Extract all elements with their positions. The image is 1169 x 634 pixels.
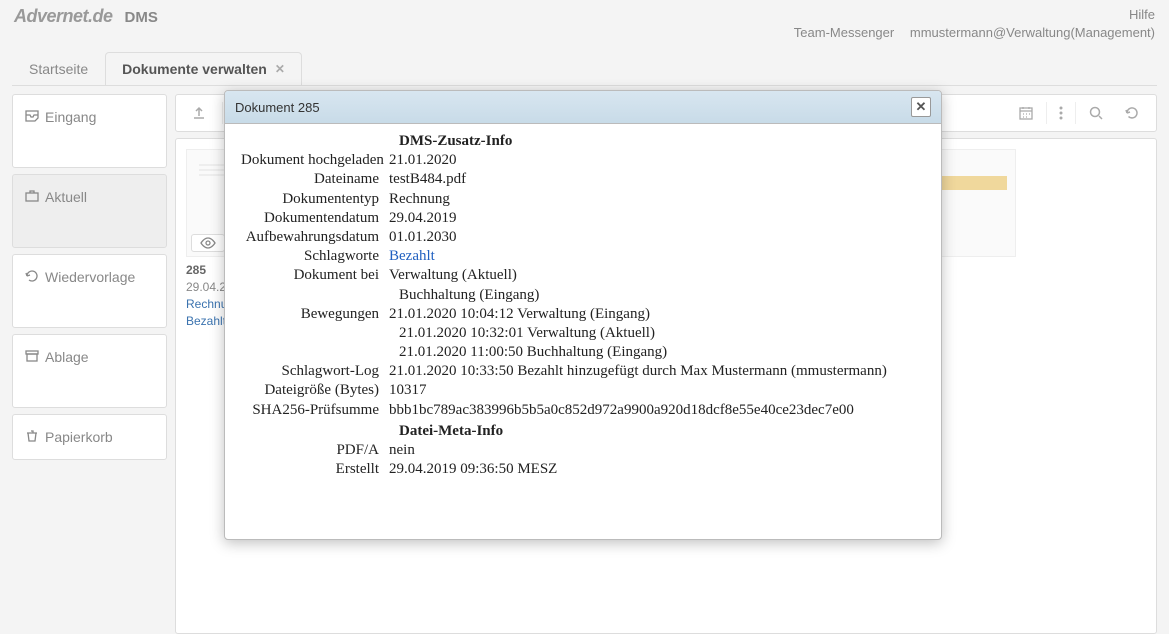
tab-startseite[interactable]: Startseite <box>12 52 105 85</box>
archive-icon <box>25 350 39 362</box>
tab-bar: Startseite Dokumente verwalten ✕ <box>12 52 1157 86</box>
user-link[interactable]: mmustermann@Verwaltung(Management) <box>910 25 1155 40</box>
sidebar-item-label: Wiedervorlage <box>45 269 135 285</box>
field-value: 21.01.2020 10:32:01 Verwaltung (Aktuell) <box>399 324 925 343</box>
field-value: bbb1bc789ac383996b5b5a0c852d972a9900a920… <box>389 401 925 420</box>
field-label: Erstellt <box>241 460 389 479</box>
field-value: nein <box>389 441 925 460</box>
field-value: Verwaltung (Aktuell) <box>389 266 925 285</box>
more-button[interactable] <box>1051 101 1071 125</box>
trash-icon <box>25 430 39 442</box>
sidebar-item-aktuell[interactable]: Aktuell <box>12 174 167 248</box>
inbox-icon <box>25 110 39 122</box>
field-label: Dokumententyp <box>241 190 389 209</box>
calendar-button[interactable] <box>1010 101 1042 125</box>
field-label: Dateiname <box>241 170 389 189</box>
app-header: Advernet.de DMS Hilfe Team-Messenger mmu… <box>0 0 1169 46</box>
close-icon[interactable]: ✕ <box>275 62 285 76</box>
field-value: 21.01.2020 10:04:12 Verwaltung (Eingang) <box>389 305 925 324</box>
field-label: Schlagworte <box>241 247 389 266</box>
sidebar-item-eingang[interactable]: Eingang <box>12 94 167 168</box>
field-value: 29.04.2019 09:36:50 MESZ <box>389 460 925 479</box>
close-button[interactable]: ✕ <box>911 97 931 117</box>
field-label: PDF/A <box>241 441 389 460</box>
document-info-modal: Dokument 285 ✕ DMS-Zusatz-Info Dokument … <box>224 90 942 540</box>
field-label: SHA256-Prüfsumme <box>241 401 389 420</box>
field-label: Dateigröße (Bytes) <box>241 381 389 400</box>
sidebar-item-label: Aktuell <box>45 189 87 205</box>
field-value: 29.04.2019 <box>389 209 925 228</box>
tab-label: Dokumente verwalten <box>122 61 267 77</box>
sidebar-item-wiedervorlage[interactable]: Wiedervorlage <box>12 254 167 328</box>
field-value: 10317 <box>389 381 925 400</box>
field-label: Dokument bei <box>241 266 389 285</box>
field-value: 21.01.2020 11:00:50 Buchhaltung (Eingang… <box>399 343 925 362</box>
modal-title: Dokument 285 <box>235 100 320 115</box>
field-label: Bewegungen <box>241 305 389 324</box>
field-label: Aufbewahrungsdatum <box>241 228 389 247</box>
field-value: 01.01.2030 <box>389 228 925 247</box>
help-link[interactable]: Hilfe <box>1129 7 1155 22</box>
folder-sidebar: Eingang Aktuell Wiedervorlage Ablage Pap… <box>12 94 167 634</box>
field-value: Buchhaltung (Eingang) <box>399 286 925 305</box>
tag-link[interactable]: Bezahlt <box>389 247 925 266</box>
field-value: 21.01.2020 10:33:50 Bezahlt hinzugefügt … <box>389 362 925 381</box>
field-label: Schlagwort-Log <box>241 362 389 381</box>
field-value: Rechnung <box>389 190 925 209</box>
sidebar-item-label: Ablage <box>45 349 89 365</box>
preview-button[interactable] <box>191 234 225 252</box>
refresh-icon <box>25 270 39 282</box>
section-header: DMS-Zusatz-Info <box>399 132 925 151</box>
sidebar-item-papierkorb[interactable]: Papierkorb <box>12 414 167 460</box>
sidebar-item-ablage[interactable]: Ablage <box>12 334 167 408</box>
search-button[interactable] <box>1080 101 1112 125</box>
reload-button[interactable] <box>1116 101 1148 125</box>
field-label: Dokument hochgeladen <box>241 151 389 170</box>
field-label: Dokumentendatum <box>241 209 389 228</box>
briefcase-icon <box>25 190 39 202</box>
field-value: 21.01.2020 <box>389 151 925 170</box>
sidebar-item-label: Papierkorb <box>45 429 113 445</box>
tab-label: Startseite <box>29 61 88 77</box>
upload-button[interactable] <box>184 102 214 124</box>
messenger-link[interactable]: Team-Messenger <box>794 25 894 40</box>
field-value: testB484.pdf <box>389 170 925 189</box>
logo: Advernet.de <box>14 6 113 27</box>
section-header: Datei-Meta-Info <box>399 422 925 441</box>
sidebar-item-label: Eingang <box>45 109 96 125</box>
tab-dokumente-verwalten[interactable]: Dokumente verwalten ✕ <box>105 52 302 85</box>
app-name: DMS <box>125 9 158 26</box>
